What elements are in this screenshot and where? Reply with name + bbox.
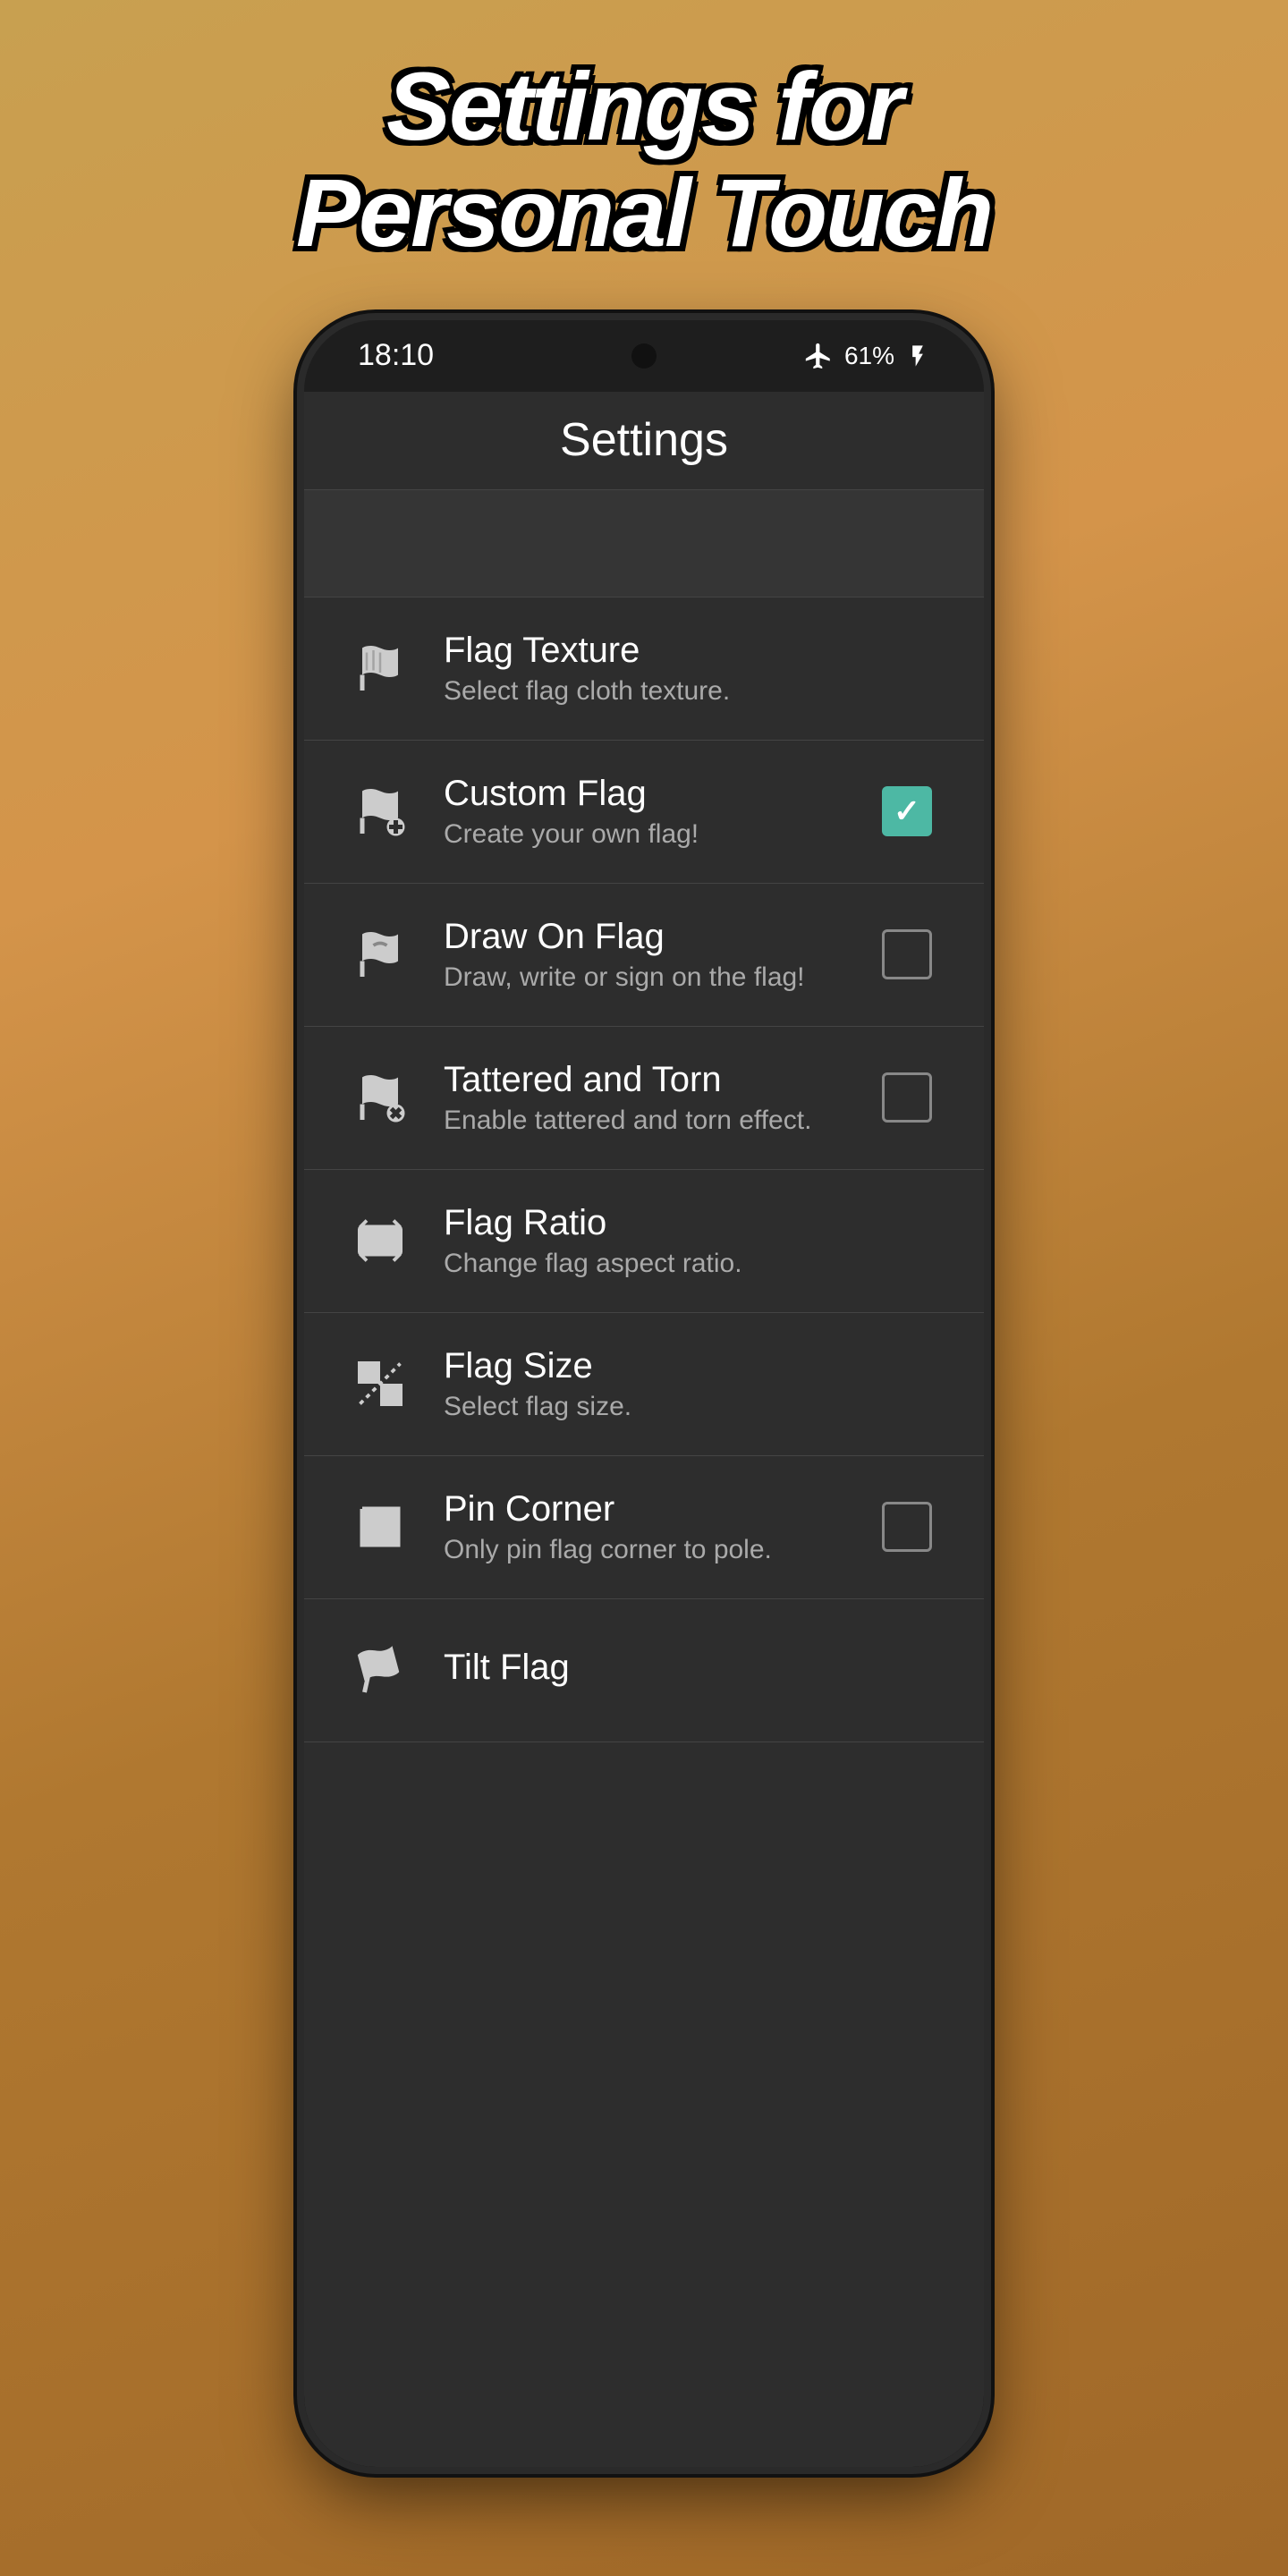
pin-corner-icon bbox=[349, 1496, 411, 1558]
camera-notch bbox=[631, 343, 657, 369]
custom-flag-checkbox[interactable] bbox=[882, 786, 932, 836]
app-header-title: Settings bbox=[560, 413, 728, 467]
app-header: Settings bbox=[304, 392, 984, 490]
status-bar: 18:10 61% bbox=[304, 320, 984, 392]
settings-item-custom-flag[interactable]: Custom Flag Create your own flag! bbox=[304, 741, 984, 884]
settings-item-tilt-flag[interactable]: Tilt Flag bbox=[304, 1599, 984, 1742]
battery-percent: 61% bbox=[844, 342, 894, 370]
flag-size-content: Flag Size Select flag size. bbox=[444, 1346, 939, 1422]
tattered-torn-content: Tattered and Torn Enable tattered and to… bbox=[444, 1060, 843, 1136]
tattered-torn-checkbox[interactable] bbox=[882, 1072, 932, 1123]
flag-ratio-subtitle: Change flag aspect ratio. bbox=[444, 1249, 939, 1279]
flag-ratio-icon bbox=[349, 1209, 411, 1272]
charging-icon bbox=[905, 343, 930, 369]
draw-flag-subtitle: Draw, write or sign on the flag! bbox=[444, 962, 843, 993]
tattered-torn-subtitle: Enable tattered and torn effect. bbox=[444, 1106, 843, 1136]
flag-size-icon bbox=[349, 1352, 411, 1415]
tilt-flag-icon bbox=[349, 1639, 411, 1701]
flag-size-subtitle: Select flag size. bbox=[444, 1392, 939, 1422]
settings-item-pin-corner[interactable]: Pin Corner Only pin flag corner to pole. bbox=[304, 1456, 984, 1599]
flag-texture-content: Flag Texture Select flag cloth texture. bbox=[444, 631, 939, 707]
settings-item-flag-ratio[interactable]: Flag Ratio Change flag aspect ratio. bbox=[304, 1170, 984, 1313]
pin-corner-checkbox[interactable] bbox=[882, 1502, 932, 1552]
pin-corner-control[interactable] bbox=[875, 1495, 939, 1559]
flag-size-title: Flag Size bbox=[444, 1346, 939, 1386]
settings-item-draw-on-flag[interactable]: Draw On Flag Draw, write or sign on the … bbox=[304, 884, 984, 1027]
custom-flag-content: Custom Flag Create your own flag! bbox=[444, 774, 843, 850]
status-icons: 61% bbox=[803, 341, 930, 371]
flag-texture-title: Flag Texture bbox=[444, 631, 939, 671]
draw-flag-content: Draw On Flag Draw, write or sign on the … bbox=[444, 917, 843, 993]
flag-ratio-title: Flag Ratio bbox=[444, 1203, 939, 1243]
status-time: 18:10 bbox=[358, 338, 434, 373]
tilt-flag-title: Tilt Flag bbox=[444, 1648, 939, 1688]
draw-flag-checkbox[interactable] bbox=[882, 929, 932, 979]
tilt-flag-content: Tilt Flag bbox=[444, 1648, 939, 1693]
flag-ratio-content: Flag Ratio Change flag aspect ratio. bbox=[444, 1203, 939, 1279]
page-title: Settings for Personal Touch bbox=[225, 54, 1063, 267]
flag-texture-icon bbox=[349, 637, 411, 699]
phone-frame: 18:10 61% Settings bbox=[304, 320, 984, 2467]
tattered-torn-control[interactable] bbox=[875, 1065, 939, 1130]
custom-flag-subtitle: Create your own flag! bbox=[444, 819, 843, 850]
custom-flag-control[interactable] bbox=[875, 779, 939, 843]
airplane-icon bbox=[803, 341, 834, 371]
custom-flag-icon bbox=[349, 780, 411, 843]
tattered-flag-icon bbox=[349, 1066, 411, 1129]
screen: 18:10 61% Settings bbox=[304, 320, 984, 2467]
settings-list: Flag Texture Select flag cloth texture. bbox=[304, 597, 984, 1742]
settings-item-tattered-torn[interactable]: Tattered and Torn Enable tattered and to… bbox=[304, 1027, 984, 1170]
tattered-torn-title: Tattered and Torn bbox=[444, 1060, 843, 1100]
custom-flag-title: Custom Flag bbox=[444, 774, 843, 814]
flag-texture-subtitle: Select flag cloth texture. bbox=[444, 676, 939, 707]
empty-section bbox=[304, 490, 984, 597]
draw-flag-title: Draw On Flag bbox=[444, 917, 843, 957]
settings-item-flag-size[interactable]: Flag Size Select flag size. bbox=[304, 1313, 984, 1456]
draw-flag-control[interactable] bbox=[875, 922, 939, 987]
pin-corner-content: Pin Corner Only pin flag corner to pole. bbox=[444, 1489, 843, 1565]
pin-corner-title: Pin Corner bbox=[444, 1489, 843, 1530]
settings-item-flag-texture[interactable]: Flag Texture Select flag cloth texture. bbox=[304, 597, 984, 741]
pin-corner-subtitle: Only pin flag corner to pole. bbox=[444, 1535, 843, 1565]
draw-flag-icon bbox=[349, 923, 411, 986]
